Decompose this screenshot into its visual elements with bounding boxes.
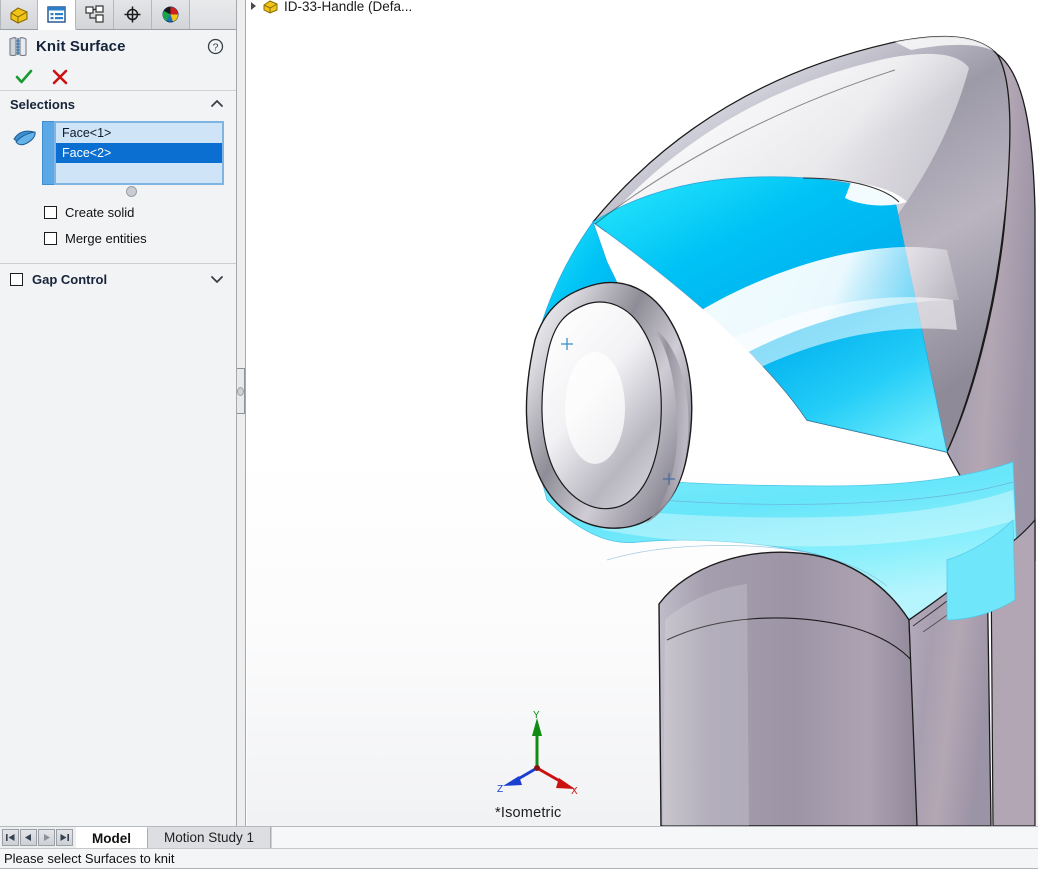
display-manager-tab[interactable] xyxy=(152,0,190,29)
dimxpert-target-icon xyxy=(124,6,141,23)
create-solid-row[interactable]: Create solid xyxy=(0,199,236,225)
previous-arrow-icon xyxy=(25,834,31,841)
triad-z-label: Z xyxy=(497,784,503,795)
red-x-icon xyxy=(52,69,68,84)
list-item[interactable]: Face<1> xyxy=(56,123,222,143)
gap-control-title: Gap Control xyxy=(32,271,108,287)
status-bar: Please select Surfaces to knit xyxy=(0,848,1038,869)
green-check-icon xyxy=(15,69,33,83)
accept-button[interactable] xyxy=(6,64,42,90)
create-solid-checkbox[interactable] xyxy=(44,205,57,219)
coordinate-triad: Y X Z xyxy=(497,710,578,796)
feature-manager-tab[interactable] xyxy=(0,0,38,29)
view-orientation-label: *Isometric xyxy=(495,805,562,821)
appearance-sphere-icon xyxy=(162,6,179,23)
property-manager-panel: Knit Surface ? Selections Face<1> Face<2… xyxy=(0,0,237,826)
panel-splitter[interactable] xyxy=(237,0,246,826)
next-arrow-icon xyxy=(44,834,50,841)
selection-list-wrapper: Face<1> Face<2> xyxy=(42,121,224,197)
selection-list-row: Face<1> Face<2> xyxy=(0,121,236,197)
chevron-up-icon[interactable] xyxy=(210,98,224,109)
document-tab-bar: Model Motion Study 1 xyxy=(0,826,1038,848)
merge-entities-label: Merge entities xyxy=(65,230,147,246)
merge-entities-row[interactable]: Merge entities xyxy=(0,225,236,251)
triad-x-label: X xyxy=(571,786,578,796)
dimxpert-manager-tab[interactable] xyxy=(114,0,152,29)
selection-listbox[interactable]: Face<1> Face<2> xyxy=(54,121,224,185)
first-tab-button[interactable] xyxy=(2,829,19,846)
page-title: Knit Surface xyxy=(36,38,126,55)
first-arrow-icon xyxy=(6,834,15,841)
lower-body-highlight xyxy=(663,584,749,826)
list-item[interactable]: Face<2> xyxy=(56,143,222,163)
tab-motion-study-1[interactable]: Motion Study 1 xyxy=(148,827,272,848)
graphics-viewport[interactable]: ID-33-Handle (Defa... Y X Z *Isometric xyxy=(247,0,1038,826)
feature-tree-icon xyxy=(10,6,28,24)
chevron-down-icon[interactable] xyxy=(210,274,224,285)
merge-entities-checkbox[interactable] xyxy=(44,231,57,245)
selections-section-header[interactable]: Selections xyxy=(0,91,236,117)
gap-control-checkbox[interactable] xyxy=(10,272,23,286)
configuration-manager-icon xyxy=(85,5,104,23)
property-manager-tab[interactable] xyxy=(38,0,76,30)
next-tab-button[interactable] xyxy=(38,829,55,846)
manager-tab-strip xyxy=(0,0,236,30)
surface-face-icon xyxy=(8,121,42,147)
part-body-icon xyxy=(263,0,278,14)
nose-specular xyxy=(565,352,625,464)
list-resize-handle[interactable] xyxy=(126,186,137,197)
splitter-dot xyxy=(237,386,244,396)
selection-list-accent-bar xyxy=(42,121,54,185)
svg-text:?: ? xyxy=(213,41,219,53)
status-message: Please select Surfaces to knit xyxy=(4,851,175,866)
property-manager-icon xyxy=(47,6,66,23)
triad-z-arrow xyxy=(503,776,522,786)
create-solid-label: Create solid xyxy=(65,204,135,220)
3d-model-render[interactable] xyxy=(247,0,1038,826)
triad-y-label: Y xyxy=(533,710,540,721)
last-arrow-icon xyxy=(60,834,69,841)
selections-title: Selections xyxy=(10,96,76,112)
tab-bar-filler xyxy=(271,827,1038,848)
feature-tree-overlay-item[interactable]: ID-33-Handle (Defa... xyxy=(247,0,412,18)
splitter-handle[interactable] xyxy=(237,368,245,414)
selections-body: Face<1> Face<2> Create solid Merge entit… xyxy=(0,117,236,251)
configuration-manager-tab[interactable] xyxy=(76,0,114,29)
feature-tree-item-label: ID-33-Handle (Defa... xyxy=(284,0,413,14)
triad-origin xyxy=(534,765,540,771)
solidworks-window: ID-33-Handle (Defa... Y X Z *Isometric K… xyxy=(0,0,1038,869)
cancel-button[interactable] xyxy=(42,64,78,90)
question-mark-icon[interactable]: ? xyxy=(207,38,224,55)
previous-tab-button[interactable] xyxy=(20,829,37,846)
triangle-right-icon[interactable] xyxy=(251,2,256,10)
tab-nav-buttons xyxy=(0,827,76,848)
knit-surface-icon xyxy=(9,36,27,56)
property-manager-header: Knit Surface ? xyxy=(0,30,236,63)
gap-control-section-header[interactable]: Gap Control xyxy=(0,264,236,294)
last-tab-button[interactable] xyxy=(56,829,73,846)
tab-model[interactable]: Model xyxy=(76,827,148,848)
property-manager-actions xyxy=(0,63,236,91)
